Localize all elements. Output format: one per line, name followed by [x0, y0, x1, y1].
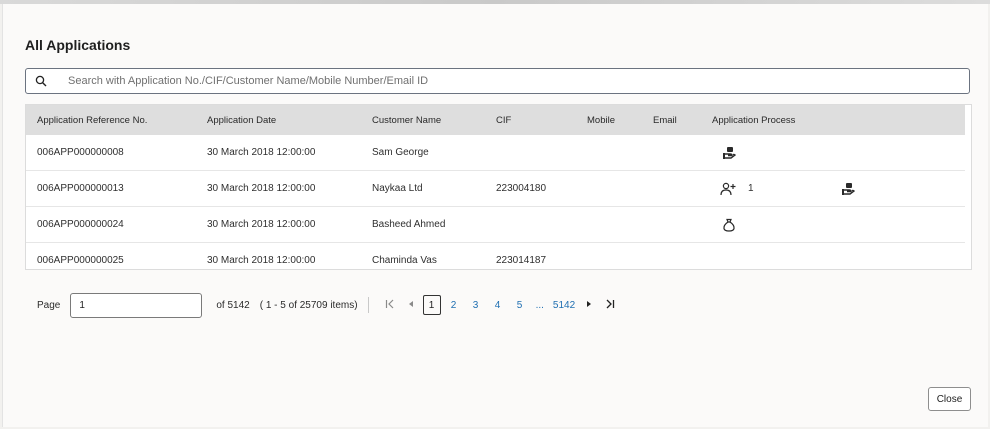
- applications-table: Application Reference No. Application Da…: [25, 104, 972, 270]
- cell-customer: Naykaa Ltd: [372, 183, 423, 194]
- pager-divider: [367, 297, 369, 313]
- column-header-email[interactable]: Email: [653, 105, 677, 135]
- table-header: Application Reference No. Application Da…: [26, 105, 966, 135]
- column-header-process[interactable]: Application Process: [712, 105, 962, 135]
- cell-ref[interactable]: 006APP000000024: [37, 207, 124, 242]
- cell-customer: Sam George: [372, 147, 429, 158]
- search-input[interactable]: [56, 70, 969, 92]
- column-header-customer[interactable]: Customer Name: [372, 105, 441, 135]
- user-add-icon[interactable]: [720, 171, 736, 206]
- process-count: 1: [748, 183, 754, 194]
- cell-customer: Basheed Ahmed: [372, 219, 446, 230]
- search-box[interactable]: [25, 68, 970, 94]
- cell-ref[interactable]: 006APP000000013: [37, 171, 124, 206]
- first-page-icon[interactable]: [385, 299, 395, 312]
- table-row[interactable]: 006APP000000008 30 March 2018 12:00:00 S…: [26, 135, 966, 171]
- page-link-2[interactable]: 2: [445, 295, 463, 315]
- page-link-last[interactable]: 5142: [551, 295, 577, 315]
- table-row[interactable]: 006APP000000024 30 March 2018 12:00:00 B…: [26, 207, 966, 243]
- column-header-cif[interactable]: CIF: [496, 105, 511, 135]
- cell-cif: 223004180: [496, 183, 547, 194]
- money-bag-icon[interactable]: [722, 207, 736, 242]
- cell-date: 30 March 2018 12:00:00: [207, 147, 316, 158]
- hand-money-icon[interactable]: [722, 135, 736, 170]
- pagination: Page of 5142 ( 1 - 5 of 25709 items) 1 2…: [25, 292, 621, 318]
- cell-date: 30 March 2018 12:00:00: [207, 219, 316, 230]
- table-row[interactable]: 006APP000000025 30 March 2018 12:00:00 C…: [26, 243, 966, 269]
- cell-ref[interactable]: 006APP000000008: [37, 135, 124, 170]
- dialog-title: All Applications: [25, 37, 131, 53]
- item-range: ( 1 - 5 of 25709 items): [259, 299, 358, 311]
- page-ellipsis[interactable]: ...: [536, 300, 544, 311]
- page-label: Page: [37, 299, 61, 311]
- next-page-icon[interactable]: [585, 299, 593, 312]
- table-scrollbar[interactable]: [965, 105, 971, 269]
- table-row[interactable]: 006APP000000013 30 March 2018 12:00:00 N…: [26, 171, 966, 207]
- page-link-1[interactable]: 1: [422, 295, 441, 315]
- cell-cif: 223014187: [496, 255, 547, 266]
- cell-date: 30 March 2018 12:00:00: [207, 255, 316, 266]
- column-header-mobile[interactable]: Mobile: [587, 105, 615, 135]
- page-link-4[interactable]: 4: [489, 295, 507, 315]
- all-applications-dialog: All Applications Application Reference N…: [2, 4, 988, 427]
- page-number-input[interactable]: [70, 292, 203, 318]
- page-total: of 5142: [216, 299, 250, 311]
- cell-customer: Chaminda Vas: [372, 255, 437, 266]
- page-link-5[interactable]: 5: [511, 295, 529, 315]
- close-button[interactable]: Close: [928, 387, 971, 411]
- prev-page-icon[interactable]: [407, 299, 415, 312]
- column-header-ref[interactable]: Application Reference No.: [37, 105, 147, 135]
- search-icon[interactable]: [26, 69, 56, 93]
- last-page-icon[interactable]: [605, 299, 615, 312]
- column-header-date[interactable]: Application Date: [207, 105, 276, 135]
- page-link-3[interactable]: 3: [467, 295, 485, 315]
- hand-money-icon[interactable]: [841, 171, 855, 206]
- cell-ref[interactable]: 006APP000000025: [37, 243, 124, 269]
- cell-date: 30 March 2018 12:00:00: [207, 183, 316, 194]
